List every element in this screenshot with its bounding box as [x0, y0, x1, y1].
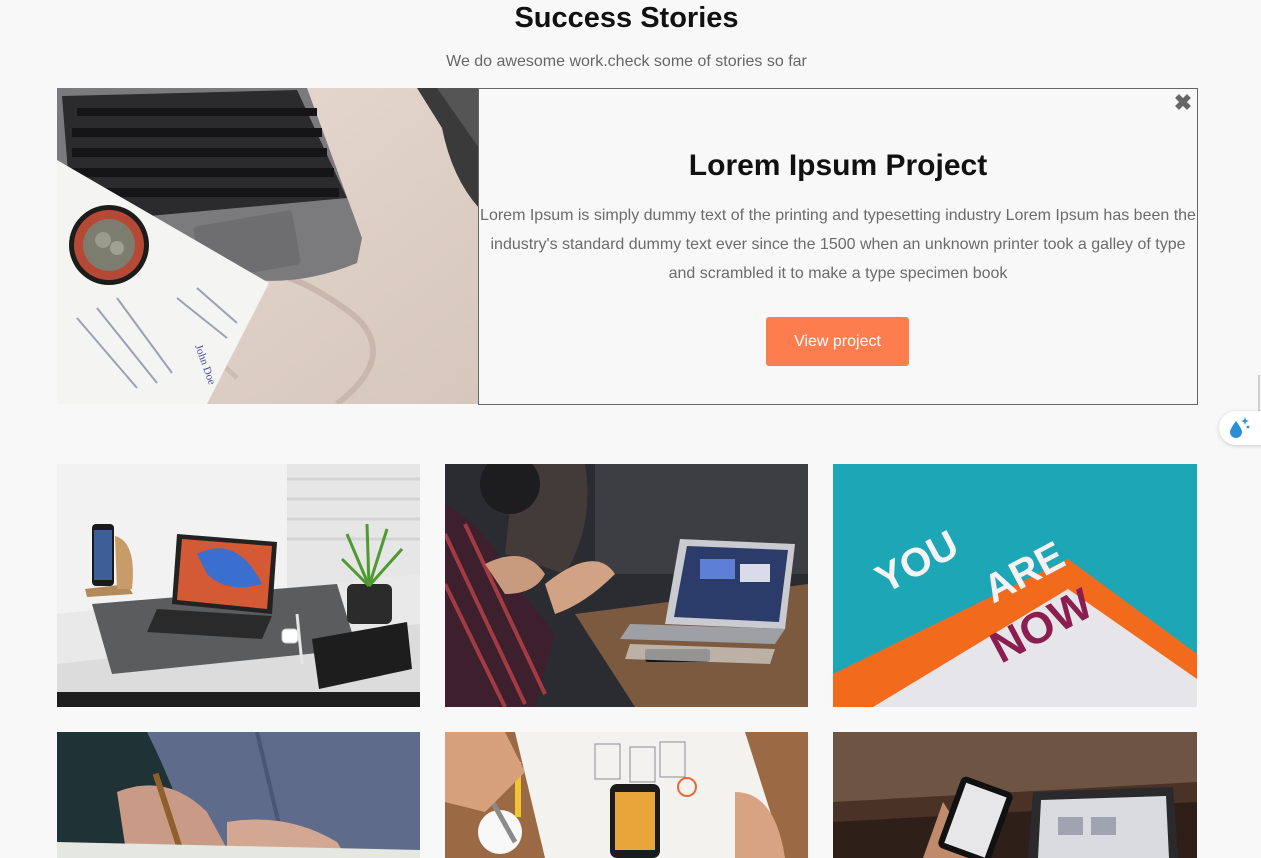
section-title: Success Stories — [514, 2, 739, 34]
writing-hand-photo — [57, 732, 420, 858]
grid-item-you-are-now[interactable]: YOU ARE NOW — [833, 464, 1197, 707]
grid-item-smartphone-sketches[interactable] — [445, 732, 808, 858]
project-title: Lorem Ipsum Project — [688, 149, 988, 182]
success-stories-page: Success Stories We do awesome work.check… — [0, 0, 1261, 858]
grid-item-phone-laptop[interactable] — [833, 732, 1197, 858]
ipad-desk-photo — [57, 464, 420, 707]
smartphone-sketches-photo — [445, 732, 808, 858]
grid-item-ipad-desk[interactable] — [57, 464, 420, 707]
you-are-now-photo: YOU ARE NOW — [833, 464, 1197, 707]
grid-item-laptop-meeting[interactable] — [445, 464, 808, 707]
water-drop-sparkle-icon[interactable] — [1219, 411, 1261, 445]
featured-project-panel: ✖ Lorem Ipsum Project Lorem Ipsum is sim… — [478, 88, 1198, 405]
view-project-button[interactable]: View project — [766, 317, 909, 366]
grid-item-writing-hand[interactable] — [57, 732, 420, 858]
section-subtitle: We do awesome work.check some of stories… — [446, 53, 807, 70]
featured-project-image: John Doe — [57, 88, 479, 404]
close-icon[interactable]: ✖ — [1173, 91, 1193, 115]
laptop-resume-photo: John Doe — [57, 88, 479, 404]
phone-laptop-photo — [833, 732, 1197, 858]
laptop-meeting-photo — [445, 464, 808, 707]
project-description: Lorem Ipsum is simply dummy text of the … — [480, 207, 1196, 282]
